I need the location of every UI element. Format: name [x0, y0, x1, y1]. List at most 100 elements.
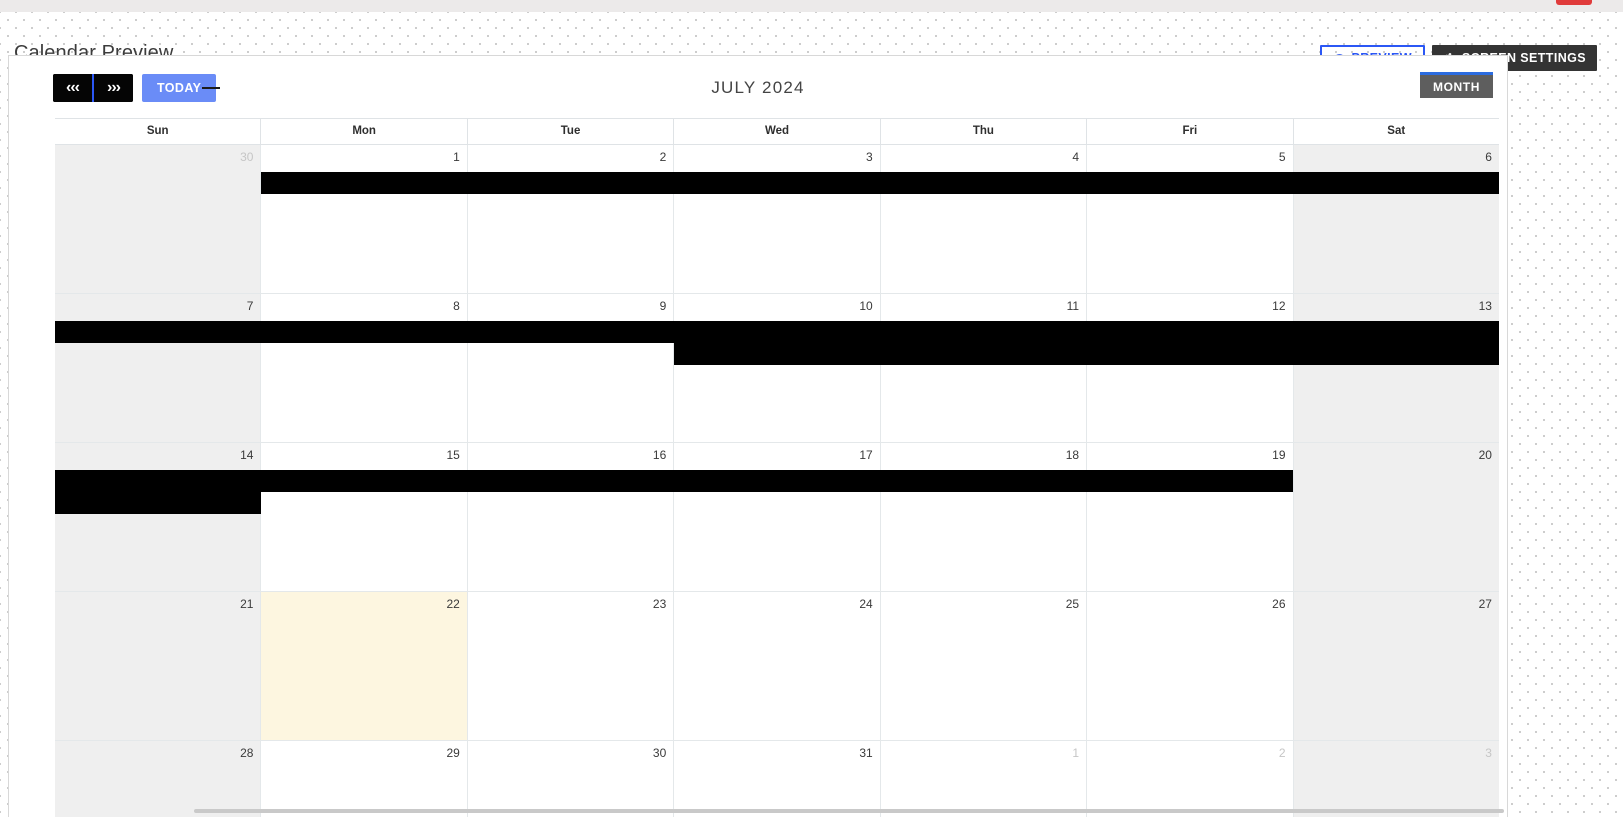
calendar-day-cell[interactable]: 21	[55, 592, 261, 740]
day-number: 22	[446, 597, 460, 611]
day-number: 3	[866, 150, 873, 164]
calendar-event-bar[interactable]	[261, 172, 1499, 194]
day-number: 19	[1272, 448, 1286, 462]
week-events	[55, 321, 1499, 365]
day-number: 2	[659, 150, 667, 164]
calendar-day-cell[interactable]: 25	[879, 592, 1086, 740]
calendar-day-cell[interactable]: 3	[673, 145, 879, 293]
calendar-day-cell[interactable]: 6	[1292, 145, 1499, 293]
week-events	[55, 172, 1499, 194]
day-number: 29	[446, 746, 460, 760]
calendar-week-row: 30 1 2 3 4 5 6	[55, 145, 1499, 294]
day-of-week-label: Thu	[879, 119, 1087, 145]
calendar-day-cell[interactable]: 18	[879, 443, 1086, 591]
calendar-weeks: 30 1 2 3 4 5 6 7 8 9 10 11 12 13 14 15 16 17 18 19 20 21 22 23 2…	[55, 145, 1499, 817]
calendar-day-cell[interactable]: 17	[673, 443, 879, 591]
app-root: Calendar Preview PREVIEW	[0, 0, 1623, 817]
calendar-day-cell[interactable]: 11	[879, 294, 1086, 442]
calendar-day-cell-today[interactable]: 22	[260, 592, 467, 740]
calendar-day-cell[interactable]: 13	[1292, 294, 1499, 442]
calendar-day-cell[interactable]: 19	[1086, 443, 1292, 591]
calendar-day-cell[interactable]: 9	[466, 294, 673, 442]
day-of-week-label: Wed	[673, 119, 880, 145]
day-number: 31	[859, 746, 873, 760]
calendar-event-bar[interactable]	[55, 470, 1293, 492]
calendar-day-cell[interactable]: 28	[55, 741, 261, 817]
day-number: 30	[240, 150, 254, 164]
calendar-event-bar[interactable]	[55, 492, 262, 514]
calendar-day-cell[interactable]: 23	[466, 592, 673, 740]
calendar-day-cell[interactable]: 29	[260, 741, 466, 817]
day-number: 17	[859, 448, 873, 462]
day-number: 30	[652, 746, 667, 760]
view-month-button[interactable]: MONTH	[1420, 72, 1493, 98]
day-number: 2	[1278, 746, 1286, 760]
day-number: 25	[1065, 597, 1080, 611]
day-number: 26	[1272, 597, 1286, 611]
calendar-day-cell[interactable]: 14	[55, 443, 261, 591]
calendar-day-cell[interactable]: 30	[55, 145, 261, 293]
calendar-day-cell[interactable]: 16	[466, 443, 673, 591]
day-number: 3	[1485, 746, 1492, 760]
calendar-day-cell[interactable]: 24	[673, 592, 879, 740]
day-number: 1	[453, 150, 460, 164]
calendar-day-cell[interactable]: 20	[1292, 443, 1499, 591]
calendar-day-cell[interactable]: 2	[466, 145, 673, 293]
calendar-day-cell[interactable]: 1	[879, 741, 1086, 817]
calendar-day-cell[interactable]: 1	[260, 145, 466, 293]
event-row	[55, 343, 1499, 365]
day-number: 5	[1278, 150, 1286, 164]
week-day-cells: 28 29 30 31 1 2 3	[55, 741, 1499, 817]
event-row	[55, 172, 1499, 194]
calendar-day-cell[interactable]: 3	[1292, 741, 1499, 817]
calendar-day-cell[interactable]: 10	[673, 294, 879, 442]
day-of-week-label: Tue	[466, 119, 674, 145]
day-number: 21	[240, 597, 254, 611]
week-day-cells: 21 22 23 24 25 26 27	[55, 592, 1499, 740]
calendar-day-cell[interactable]: 27	[1292, 592, 1499, 740]
calendar-week-row: 14 15 16 17 18 19 20	[55, 443, 1499, 592]
calendar-day-cell[interactable]: 8	[260, 294, 466, 442]
calendar-card: ‹‹‹ ››› TODAY JULY 2024 MONTH Sun Mon Tue W…	[8, 55, 1508, 817]
day-number: 4	[1072, 150, 1080, 164]
calendar-day-cell[interactable]: 31	[673, 741, 879, 817]
event-row	[55, 321, 1499, 343]
day-number: 6	[1485, 150, 1492, 164]
day-of-week-label: Sun	[55, 119, 261, 145]
day-number: 10	[859, 299, 873, 313]
calendar-day-cell[interactable]: 12	[1086, 294, 1292, 442]
day-number: 24	[859, 597, 873, 611]
horizontal-scrollbar[interactable]	[194, 809, 1504, 813]
calendar-grid: Sun Mon Tue Wed Thu Fri Sat 30 1 2 3 4 5 6 7 8 9 10 11 12 1…	[55, 118, 1499, 817]
calendar-day-cell[interactable]: 15	[260, 443, 466, 591]
calendar-day-cell[interactable]: 4	[879, 145, 1086, 293]
calendar-day-cell[interactable]: 7	[55, 294, 261, 442]
calendar-day-cell[interactable]: 26	[1086, 592, 1292, 740]
day-number: 9	[659, 299, 667, 313]
calendar-day-cell[interactable]: 5	[1086, 145, 1292, 293]
week-day-cells: 30 1 2 3 4 5 6	[55, 145, 1499, 293]
day-number: 11	[1066, 299, 1080, 313]
day-number: 14	[240, 448, 254, 462]
day-number: 12	[1272, 299, 1286, 313]
day-number: 13	[1478, 299, 1492, 313]
calendar-toolbar: ‹‹‹ ››› TODAY JULY 2024 MONTH	[9, 56, 1507, 118]
day-of-week-header: Sun Mon Tue Wed Thu Fri Sat	[55, 118, 1499, 145]
calendar-week-row: 28 29 30 31 1 2 3	[55, 741, 1499, 817]
window-top-strip	[0, 0, 1623, 12]
calendar-day-cell[interactable]: 30	[466, 741, 673, 817]
calendar-event-bar[interactable]	[673, 343, 1499, 365]
event-row	[55, 470, 1499, 492]
day-number: 7	[246, 299, 254, 313]
calendar-week-row: 7 8 9 10 11 12 13	[55, 294, 1499, 443]
day-of-week-label: Sat	[1292, 119, 1499, 145]
day-number: 8	[453, 299, 460, 313]
day-number: 27	[1478, 597, 1492, 611]
day-of-week-label: Fri	[1086, 119, 1293, 145]
calendar-day-cell[interactable]: 2	[1086, 741, 1292, 817]
day-number: 16	[652, 448, 667, 462]
calendar-event-bar[interactable]	[55, 321, 1499, 343]
day-number: 28	[240, 746, 254, 760]
day-number: 15	[446, 448, 460, 462]
calendar-week-row: 21 22 23 24 25 26 27	[55, 592, 1499, 741]
